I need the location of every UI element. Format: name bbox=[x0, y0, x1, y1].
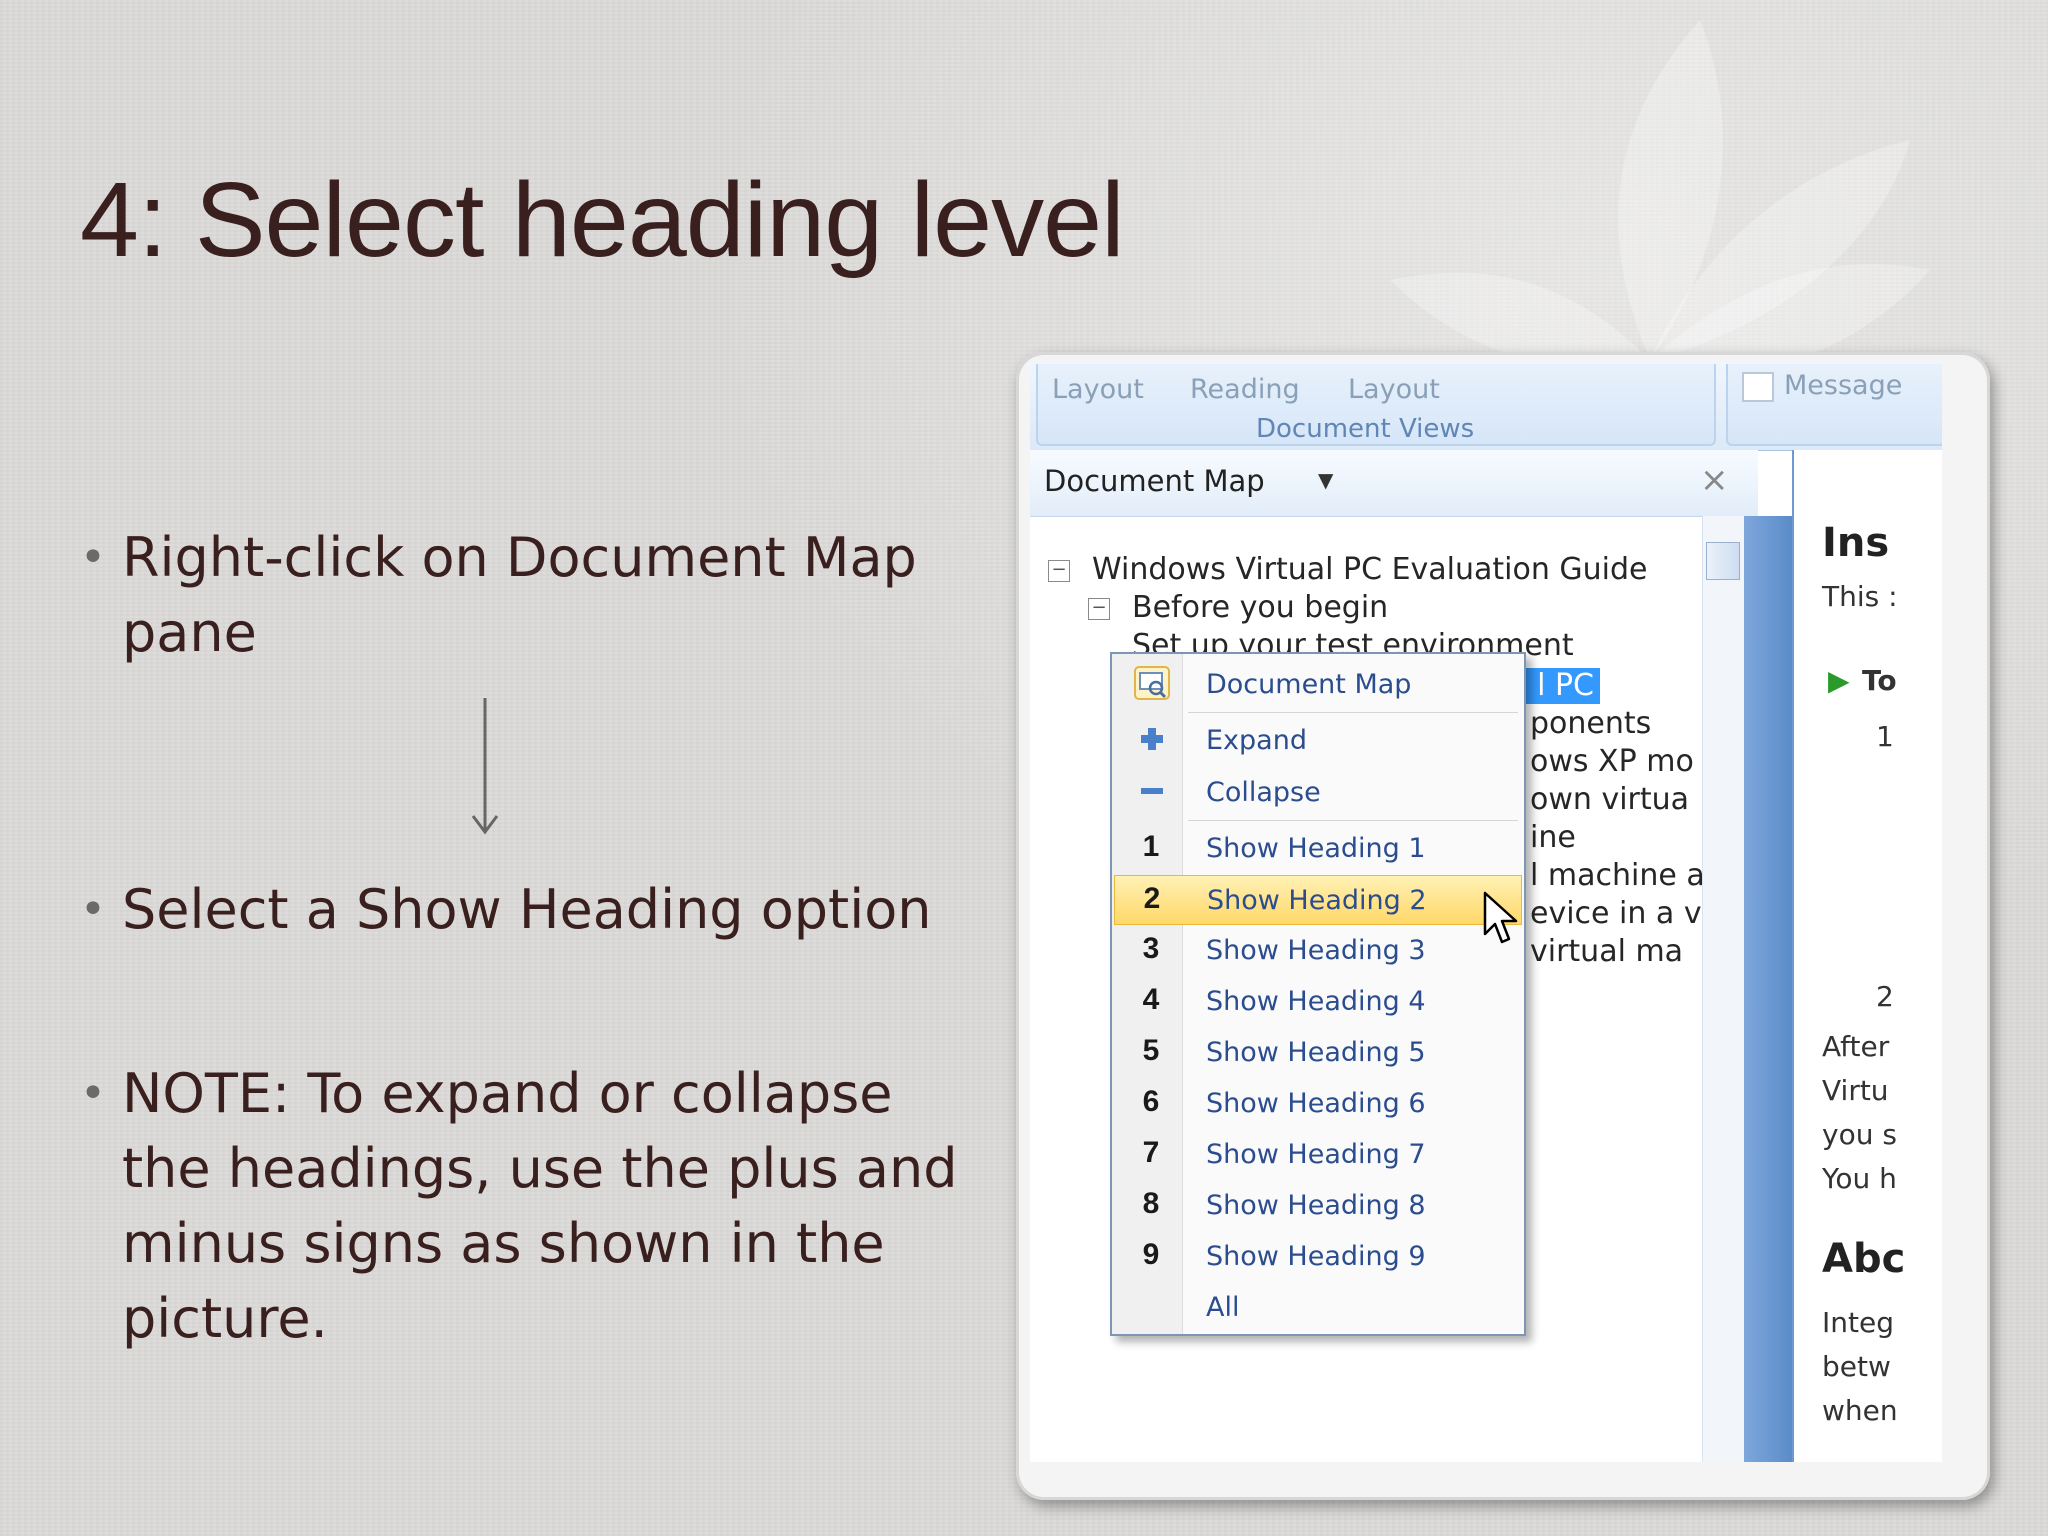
menu-item-show-heading-2[interactable]: 2 Show Heading 2 bbox=[1114, 875, 1522, 925]
doc-text: 1 bbox=[1876, 720, 1894, 753]
collapse-toggle-icon[interactable]: − bbox=[1088, 598, 1110, 620]
menu-item-document-map[interactable]: Document Map bbox=[1114, 660, 1520, 708]
chevron-down-icon[interactable]: ▼ bbox=[1318, 468, 1333, 492]
word-screenshot: Layout Reading Layout Document Views Mes… bbox=[1030, 362, 1942, 1462]
menu-item-label: Show Heading 3 bbox=[1206, 935, 1426, 966]
tree-item-partial[interactable]: ows XP mo bbox=[1530, 744, 1694, 779]
doc-text: This : bbox=[1822, 580, 1898, 613]
play-arrow-icon: ▶ bbox=[1828, 664, 1850, 697]
layout-button-2[interactable]: Layout bbox=[1348, 374, 1440, 405]
menu-item-label: Show Heading 7 bbox=[1206, 1139, 1426, 1170]
menu-item-show-heading-6[interactable]: 6 Show Heading 6 bbox=[1114, 1079, 1520, 1127]
tree-item-partial[interactable]: virtual ma bbox=[1530, 934, 1683, 969]
scrollbar-thumb[interactable] bbox=[1706, 542, 1740, 580]
layout-button[interactable]: Layout bbox=[1052, 374, 1144, 405]
message-label: Message bbox=[1784, 370, 1903, 401]
menu-item-all[interactable]: All bbox=[1114, 1283, 1520, 1331]
doc-text: betw bbox=[1822, 1350, 1891, 1383]
tree-item-partial[interactable]: own virtua bbox=[1530, 782, 1689, 817]
menu-item-expand[interactable]: Expand bbox=[1114, 716, 1520, 764]
menu-item-label: Show Heading 8 bbox=[1206, 1190, 1426, 1221]
plus-icon bbox=[1141, 728, 1163, 750]
context-menu: Document Map Expand Collapse 1 Show Head… bbox=[1110, 652, 1526, 1336]
bullet-text: Right-click on Document Map pane bbox=[122, 526, 917, 664]
menu-item-label: All bbox=[1206, 1292, 1240, 1323]
heading-level-number: 2 bbox=[1143, 882, 1161, 915]
menu-item-show-heading-4[interactable]: 4 Show Heading 4 bbox=[1114, 977, 1520, 1025]
document-pane: Ins This : ▶ To 1 2 After Virtu you s Yo… bbox=[1792, 450, 1942, 1462]
heading-level-number: 5 bbox=[1142, 1034, 1160, 1067]
menu-item-show-heading-7[interactable]: 7 Show Heading 7 bbox=[1114, 1130, 1520, 1178]
bullet-text: Select a Show Heading option bbox=[122, 878, 932, 941]
document-views-group: Layout Reading Layout Document Views bbox=[1036, 364, 1716, 446]
doc-text: you s bbox=[1822, 1118, 1897, 1151]
menu-item-show-heading-8[interactable]: 8 Show Heading 8 bbox=[1114, 1181, 1520, 1229]
menu-item-label: Show Heading 2 bbox=[1207, 885, 1427, 916]
menu-separator bbox=[1188, 712, 1518, 713]
doc-text: To bbox=[1862, 664, 1897, 697]
menu-item-label: Collapse bbox=[1206, 777, 1321, 808]
heading-level-number: 9 bbox=[1142, 1238, 1160, 1271]
minus-icon bbox=[1141, 788, 1163, 794]
menu-item-label: Expand bbox=[1206, 725, 1307, 756]
document-map-icon bbox=[1134, 666, 1170, 700]
bullet-item: • NOTE: To expand or collapse the headin… bbox=[80, 1056, 960, 1356]
message-checkbox[interactable] bbox=[1742, 372, 1774, 402]
menu-item-label: Show Heading 5 bbox=[1206, 1037, 1426, 1068]
heading-level-number: 8 bbox=[1142, 1187, 1160, 1220]
menu-item-label: Document Map bbox=[1206, 669, 1412, 700]
bullet-dot: • bbox=[80, 532, 106, 583]
slide-title: 4: Select heading level bbox=[80, 161, 1125, 279]
pane-splitter[interactable] bbox=[1744, 516, 1792, 1462]
doc-heading: Abc bbox=[1822, 1236, 1906, 1282]
group-label: Document Views bbox=[1256, 414, 1475, 444]
menu-item-label: Show Heading 6 bbox=[1206, 1088, 1426, 1119]
doc-text: Virtu bbox=[1822, 1074, 1889, 1107]
bullet-item: • Right-click on Document Map pane bbox=[80, 520, 960, 670]
tree-item-partial[interactable]: ponents bbox=[1530, 706, 1651, 741]
bullet-dot: • bbox=[80, 1068, 106, 1119]
menu-item-show-heading-1[interactable]: 1 Show Heading 1 bbox=[1114, 824, 1520, 872]
down-arrow-icon bbox=[471, 698, 499, 835]
menu-item-show-heading-3[interactable]: 3 Show Heading 3 bbox=[1114, 926, 1520, 974]
mouse-pointer-icon bbox=[1483, 891, 1518, 944]
menu-item-show-heading-5[interactable]: 5 Show Heading 5 bbox=[1114, 1028, 1520, 1076]
tree-item[interactable]: Before you begin bbox=[1132, 590, 1388, 625]
bullet-item: • Select a Show Heading option bbox=[80, 872, 960, 947]
heading-level-number: 6 bbox=[1142, 1085, 1160, 1118]
doc-text: After bbox=[1822, 1030, 1890, 1063]
bullet-dot: • bbox=[80, 884, 106, 935]
tree-item-partial[interactable]: l machine a bbox=[1530, 858, 1705, 893]
collapse-toggle-icon[interactable]: − bbox=[1048, 560, 1070, 582]
pane-title: Document Map bbox=[1044, 464, 1265, 498]
doc-text: Integ bbox=[1822, 1306, 1894, 1339]
heading-level-number: 4 bbox=[1142, 983, 1160, 1016]
tree-item[interactable]: Windows Virtual PC Evaluation Guide bbox=[1092, 552, 1648, 587]
menu-separator bbox=[1188, 820, 1518, 821]
bullet-text: NOTE: To expand or collapse the headings… bbox=[122, 1062, 958, 1350]
doc-text: when bbox=[1822, 1394, 1898, 1427]
menu-item-label: Show Heading 9 bbox=[1206, 1241, 1426, 1272]
menu-item-label: Show Heading 1 bbox=[1206, 833, 1426, 864]
selected-item-text: l PC bbox=[1537, 668, 1594, 703]
reading-button[interactable]: Reading bbox=[1190, 374, 1300, 405]
close-icon[interactable]: × bbox=[1700, 460, 1729, 500]
vertical-scrollbar[interactable] bbox=[1702, 516, 1745, 1462]
pane-header: Document Map ▼ × bbox=[1030, 450, 1758, 517]
doc-heading: Ins bbox=[1822, 520, 1890, 566]
tree-item-partial[interactable]: evice in a v bbox=[1530, 896, 1702, 931]
doc-text: 2 bbox=[1876, 980, 1894, 1013]
menu-item-show-heading-9[interactable]: 9 Show Heading 9 bbox=[1114, 1232, 1520, 1280]
doc-text: You h bbox=[1822, 1162, 1897, 1195]
heading-level-number: 1 bbox=[1142, 830, 1160, 863]
ribbon: Layout Reading Layout Document Views Mes… bbox=[1030, 362, 1942, 451]
tree-item-partial[interactable]: ine bbox=[1530, 820, 1576, 855]
menu-item-label: Show Heading 4 bbox=[1206, 986, 1426, 1017]
message-group: Message bbox=[1726, 364, 1942, 446]
heading-level-number: 3 bbox=[1142, 932, 1160, 965]
heading-level-number: 7 bbox=[1142, 1136, 1160, 1169]
menu-item-collapse[interactable]: Collapse bbox=[1114, 768, 1520, 816]
